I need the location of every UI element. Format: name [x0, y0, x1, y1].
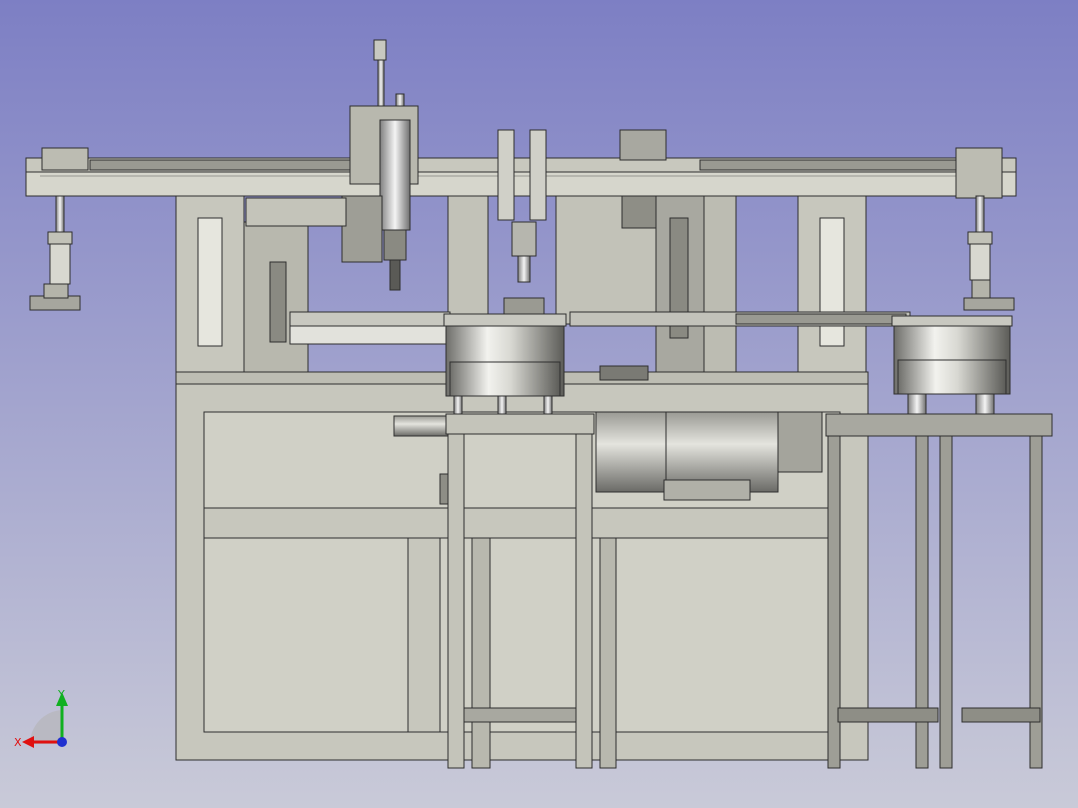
x-arrowhead-icon: [22, 736, 34, 748]
axis-triad: Y X: [10, 684, 80, 754]
assembly-model[interactable]: [0, 0, 1078, 808]
z-axis-dot-icon: [57, 737, 67, 747]
left-vibratory-bowl[interactable]: [443, 313, 567, 415]
x-axis-label: X: [14, 736, 22, 749]
triad-quadrant: [29, 710, 63, 744]
y-axis-label: Y: [57, 688, 65, 701]
cad-3d-viewport[interactable]: Y X: [0, 0, 1078, 808]
